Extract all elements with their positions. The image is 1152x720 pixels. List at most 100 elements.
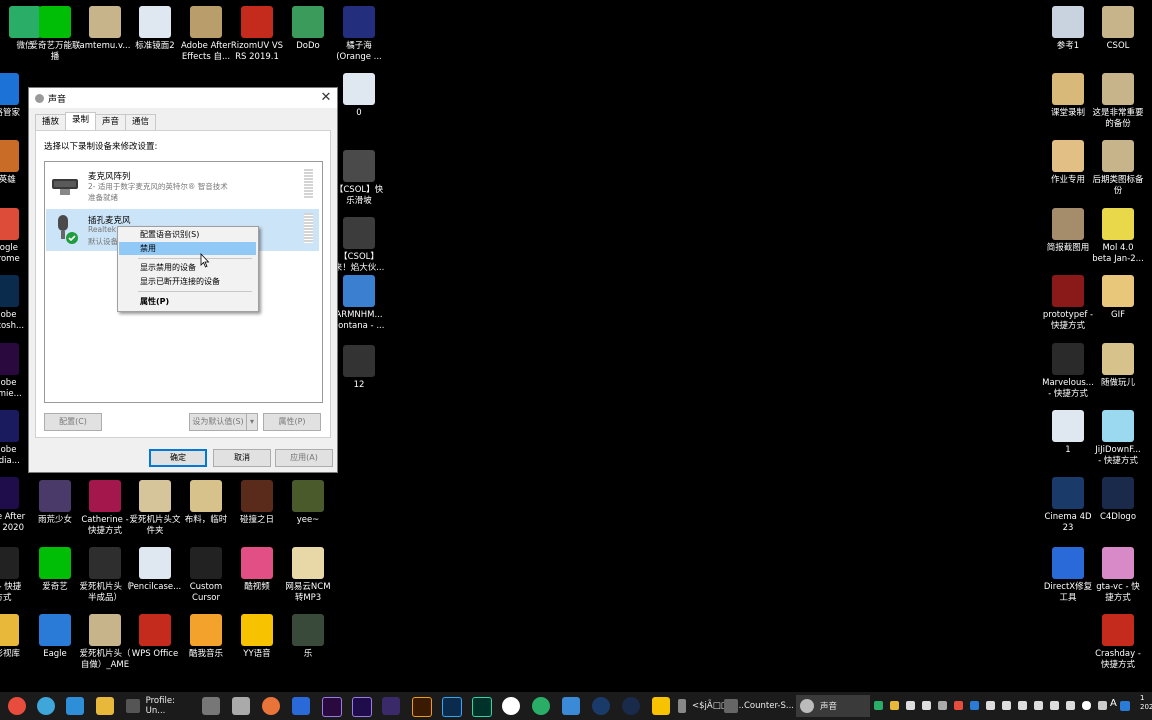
photoshop-icon[interactable] — [442, 697, 462, 717]
volume-icon[interactable] — [1098, 701, 1107, 710]
cinema4d-icon[interactable] — [592, 697, 610, 715]
configure-button[interactable]: 配置(C) — [44, 413, 102, 431]
after-effects-icon[interactable] — [352, 697, 372, 717]
notification-icon[interactable] — [1120, 701, 1130, 711]
apply-button[interactable]: 应用(A) — [275, 449, 333, 467]
desktop-icon[interactable]: 随做玩儿 — [1085, 343, 1151, 389]
game-icon — [241, 480, 273, 512]
eagle-icon — [39, 614, 71, 646]
app-icon[interactable] — [232, 697, 250, 715]
desktop-icon[interactable]: gta-vc - 快 捷方式 — [1085, 547, 1151, 604]
level-meter — [304, 213, 313, 243]
menu-item-properties[interactable]: 属性(P) — [119, 295, 256, 308]
desktop-icon-label: C4Dlogo — [1099, 512, 1137, 522]
tray-icon[interactable] — [890, 701, 899, 710]
desktop-icon[interactable]: CSOL — [1085, 6, 1151, 52]
cancel-button[interactable]: 取消 — [213, 449, 271, 467]
yy-icon[interactable] — [652, 697, 670, 715]
properties-button[interactable]: 属性(P) — [263, 413, 321, 431]
app-icon[interactable] — [562, 697, 580, 715]
premiere-icon[interactable] — [322, 697, 342, 717]
window-label: 声音 — [820, 702, 838, 712]
clock[interactable]: 1 202 — [1140, 694, 1152, 712]
menu-item-show-disconnected[interactable]: 显示已断开连接的设备 — [119, 275, 256, 288]
ok-button[interactable]: 确定 — [149, 449, 207, 467]
counter-strike-icon[interactable] — [202, 697, 220, 715]
device-mic-array[interactable]: 麦克风阵列 2- 适用于数字麦克风的英特尔® 智音技术 准备就绪 — [46, 165, 319, 207]
video-icon — [343, 150, 375, 182]
tray-icon[interactable] — [1018, 701, 1027, 710]
desktop-icon[interactable]: Mol 4.0 beta Jan-2... — [1085, 208, 1151, 265]
set-default-button[interactable]: 设为默认值(S) — [189, 413, 247, 431]
taskbar-window-counter-strike[interactable]: Counter-S... — [724, 695, 804, 717]
clock-time: 1 — [1140, 694, 1145, 702]
wechat-icon[interactable] — [532, 697, 550, 715]
dialog-title: 声音 — [48, 94, 67, 105]
desktop-icon[interactable]: GIF — [1085, 275, 1151, 321]
desktop-icon[interactable]: yee~ — [275, 480, 341, 526]
menu-item-configure-speech[interactable]: 配置语音识别(S) — [119, 228, 256, 241]
tray-icon[interactable] — [938, 701, 947, 710]
set-default-dropdown[interactable]: ▾ — [246, 413, 258, 431]
desktop-icon[interactable]: Crashday - 快捷方式 — [1085, 614, 1151, 671]
tray-icon[interactable] — [1050, 701, 1059, 710]
qq-icon[interactable] — [502, 697, 520, 715]
marvelous-icon — [1052, 343, 1084, 375]
media-encoder-icon[interactable] — [382, 697, 400, 715]
desktop-icon[interactable]: JiJiDownF... - 快捷方式 — [1085, 410, 1151, 467]
tab-communications[interactable]: 通信 — [125, 114, 157, 130]
tab-playback[interactable]: 播放 — [35, 114, 67, 130]
device-description: 2- 适用于数字麦克风的英特尔® 智音技术 — [88, 182, 228, 191]
tray-icon[interactable] — [874, 701, 883, 710]
app-icon[interactable] — [292, 697, 310, 715]
tray-icon[interactable] — [986, 701, 995, 710]
tab-strip: 播放 录制 声音 通信 — [35, 112, 157, 130]
folder-icon — [1052, 73, 1084, 105]
desktop-icon[interactable]: 这是非常重要 的备份 — [1085, 73, 1151, 130]
taskbar-window-sound[interactable]: 声音 — [796, 695, 870, 717]
archive-icon — [190, 6, 222, 38]
tray-icon[interactable] — [1066, 701, 1075, 710]
cinema4d-icon[interactable] — [622, 697, 640, 715]
file-explorer-icon[interactable] — [96, 697, 114, 715]
archive-icon — [1102, 6, 1134, 38]
file-icon — [1052, 6, 1084, 38]
audition-icon[interactable] — [472, 697, 492, 717]
menu-item-show-disabled[interactable]: 显示禁用的设备 — [119, 261, 256, 274]
cinema4d-icon — [1102, 477, 1134, 509]
desktop-icon[interactable]: 橘子海 (Orange ... — [326, 6, 392, 63]
chrome-icon — [0, 208, 19, 240]
mp3-icon — [139, 6, 171, 38]
tray-icon[interactable] — [970, 701, 979, 710]
taskbar-window-profile[interactable]: Profile: Un... — [126, 695, 196, 717]
illustrator-icon[interactable] — [412, 697, 432, 717]
input-language-indicator[interactable]: A — [1110, 698, 1117, 709]
desktop-icon[interactable]: 网易云NCM 转MP3 — [275, 547, 341, 604]
iqiyi-icon — [39, 6, 71, 38]
tab-sounds[interactable]: 声音 — [95, 114, 127, 130]
close-button[interactable]: ✕ — [315, 88, 337, 108]
premiere-icon — [0, 343, 19, 375]
dialog-titlebar[interactable]: 声音 — [29, 88, 337, 108]
desktop-icon-label: 后期类图标备 份 — [1092, 175, 1144, 196]
app-icon[interactable] — [66, 697, 84, 715]
mic-array-icon — [52, 179, 78, 195]
archive-icon — [1102, 140, 1134, 172]
microphone-icon[interactable] — [1082, 701, 1091, 710]
tray-icon[interactable] — [954, 701, 963, 710]
chrome-icon[interactable] — [8, 697, 26, 715]
device-status: 准备就绪 — [88, 193, 118, 202]
archive-icon — [1102, 73, 1134, 105]
tab-recording[interactable]: 录制 — [65, 112, 97, 130]
tray-icon[interactable] — [906, 701, 915, 710]
app-icon[interactable] — [262, 697, 280, 715]
desktop-icon[interactable]: 乐 — [275, 614, 341, 660]
menu-item-disable[interactable]: 禁用 — [119, 242, 256, 255]
mp3-icon — [343, 73, 375, 105]
desktop-icon[interactable]: 后期类图标备 份 — [1085, 140, 1151, 197]
tray-icon[interactable] — [1034, 701, 1043, 710]
desktop-icon[interactable]: C4Dlogo — [1085, 477, 1151, 523]
browser-icon[interactable] — [37, 697, 55, 715]
tray-icon[interactable] — [1002, 701, 1011, 710]
tray-icon[interactable] — [922, 701, 931, 710]
